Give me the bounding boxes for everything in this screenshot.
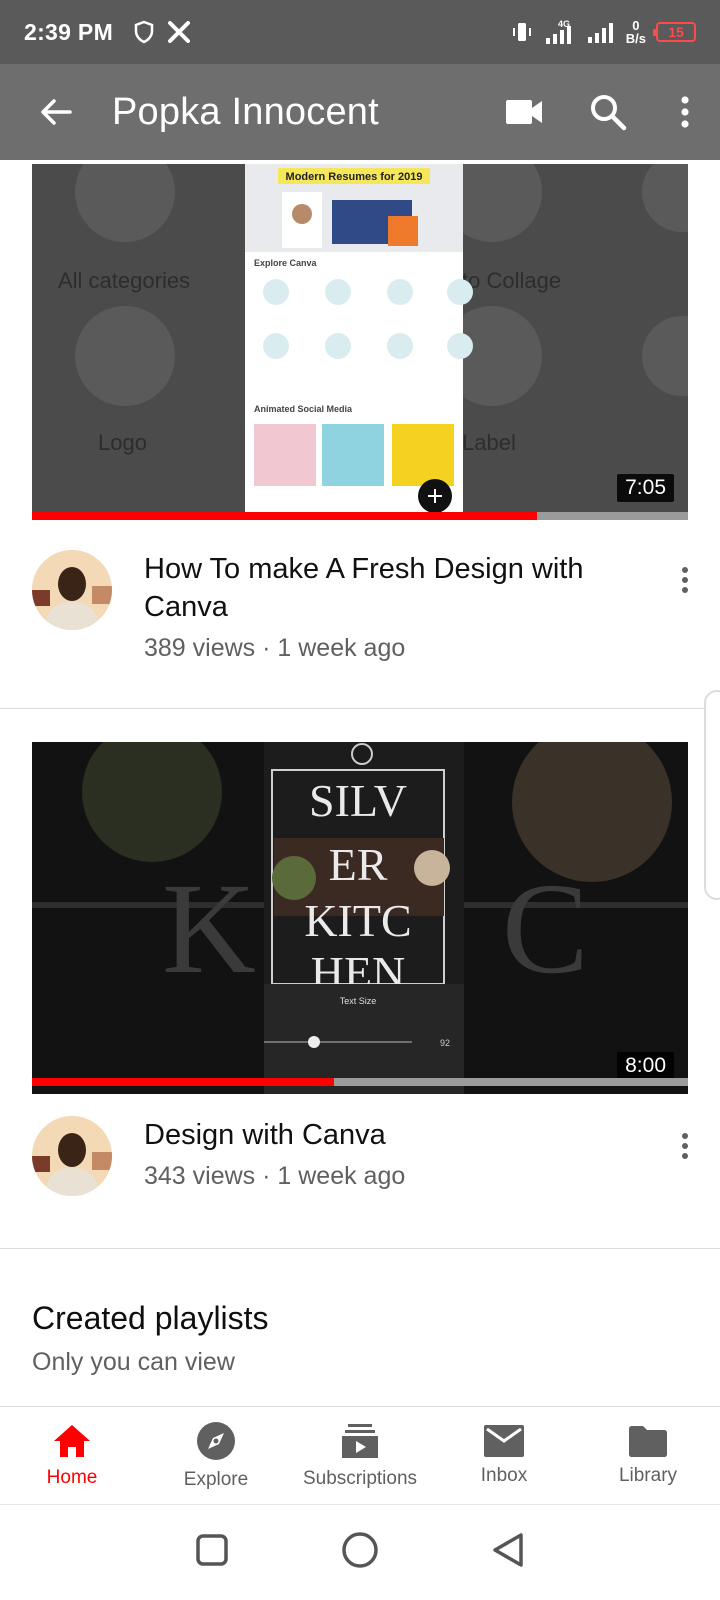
nav-library[interactable]: Library [576, 1407, 720, 1504]
svg-text:K: K [162, 857, 256, 1001]
watch-progress-fill [32, 512, 538, 520]
svg-text:Logo: Logo [98, 430, 147, 455]
thumbnail-image: All categories Logo to Collage Label Mod… [32, 164, 688, 516]
more-vert-icon [681, 96, 689, 128]
vibrate-icon [512, 23, 531, 41]
nav-inbox[interactable]: Inbox [432, 1407, 576, 1504]
signal-icon [587, 23, 613, 43]
video-title[interactable]: Design with Canva [144, 1116, 614, 1154]
nav-subscriptions[interactable]: Subscriptions [288, 1407, 432, 1504]
svg-text:Animated Social Media: Animated Social Media [254, 404, 353, 414]
upload-video-button[interactable] [482, 64, 566, 160]
triangle-back-icon [493, 1533, 523, 1567]
back-button[interactable] [0, 64, 112, 160]
signal-4g-icon: 4G [545, 19, 571, 44]
channel-avatar[interactable] [32, 550, 112, 630]
svg-text:Explore Canva: Explore Canva [254, 258, 318, 268]
svg-text:to Collage: to Collage [462, 268, 561, 293]
subscriptions-icon [342, 1423, 378, 1458]
svg-text:ER: ER [329, 839, 388, 890]
svg-text:C: C [502, 857, 589, 1001]
status-bar: 2:39 PM 4G 0 B/s 15 [0, 0, 720, 64]
search-icon [591, 95, 627, 131]
back-nav-button[interactable] [491, 1531, 525, 1574]
circle-icon [342, 1532, 378, 1568]
watch-progress-fill [32, 1078, 334, 1086]
video-metadata: 343 views · 1 week ago [144, 1162, 406, 1190]
channel-title: Popka Innocent [112, 90, 379, 133]
video-title[interactable]: How To make A Fresh Design with Canva [144, 550, 614, 626]
video-duration: 7:05 [617, 474, 674, 502]
app-bar: Popka Innocent [0, 64, 720, 160]
search-button[interactable] [566, 64, 650, 160]
square-icon [196, 1534, 228, 1566]
video-camera-icon [506, 100, 542, 124]
home-button[interactable] [341, 1531, 379, 1574]
video-duration: 8:00 [617, 1052, 674, 1080]
arrow-back-icon [41, 99, 72, 125]
battery-indicator: 15 [653, 22, 696, 42]
more-vert-icon [682, 567, 688, 593]
video-metadata: 389 views · 1 week ago [144, 634, 406, 662]
channel-avatar[interactable] [32, 1116, 112, 1196]
svg-text:SILV: SILV [309, 775, 407, 826]
compass-icon [197, 1421, 235, 1460]
svg-text:KITC: KITC [304, 895, 411, 946]
avatar-image [32, 550, 112, 630]
nav-explore[interactable]: Explore [144, 1407, 288, 1504]
bottom-navigation: Home Explore Subscriptions Inbox Library [0, 1406, 720, 1504]
video-thumbnail[interactable]: All categories Logo to Collage Label Mod… [32, 164, 688, 516]
channel-videos-list[interactable]: All categories Logo to Collage Label Mod… [0, 160, 720, 1406]
more-options-button[interactable] [650, 64, 720, 160]
svg-text:Text Size: Text Size [340, 996, 377, 1006]
scroll-handle[interactable] [704, 690, 720, 900]
svg-text:All categories: All categories [58, 268, 190, 293]
video-menu-button[interactable] [670, 560, 700, 600]
section-title: Created playlists [32, 1300, 269, 1336]
system-navigation-bar [0, 1504, 720, 1600]
recents-button[interactable] [195, 1533, 229, 1572]
folder-icon [629, 1425, 667, 1457]
nav-home[interactable]: Home [0, 1407, 144, 1504]
x-icon [168, 21, 191, 43]
home-icon [54, 1424, 90, 1457]
section-subtitle: Only you can view [32, 1348, 235, 1376]
status-time: 2:39 PM [24, 18, 114, 45]
mail-icon [484, 1424, 524, 1457]
shield-icon [134, 20, 154, 44]
avatar-image [32, 1116, 112, 1196]
thumbnail-image: K C SILV ER KITC HEN Text Size 92 [32, 742, 688, 1094]
svg-text:Modern Resumes for 2019: Modern Resumes for 2019 [286, 171, 423, 183]
watch-progress-bar [32, 512, 688, 520]
video-thumbnail[interactable]: K C SILV ER KITC HEN Text Size 92 8:00 [32, 742, 688, 1094]
svg-text:Label: Label [462, 430, 516, 455]
watch-progress-bar [32, 1078, 688, 1086]
video-menu-button[interactable] [670, 1126, 700, 1166]
divider [0, 1248, 720, 1249]
network-speed: 0 B/s [625, 18, 646, 46]
svg-text:92: 92 [440, 1038, 450, 1048]
divider [0, 708, 720, 709]
more-vert-icon [682, 1133, 688, 1159]
